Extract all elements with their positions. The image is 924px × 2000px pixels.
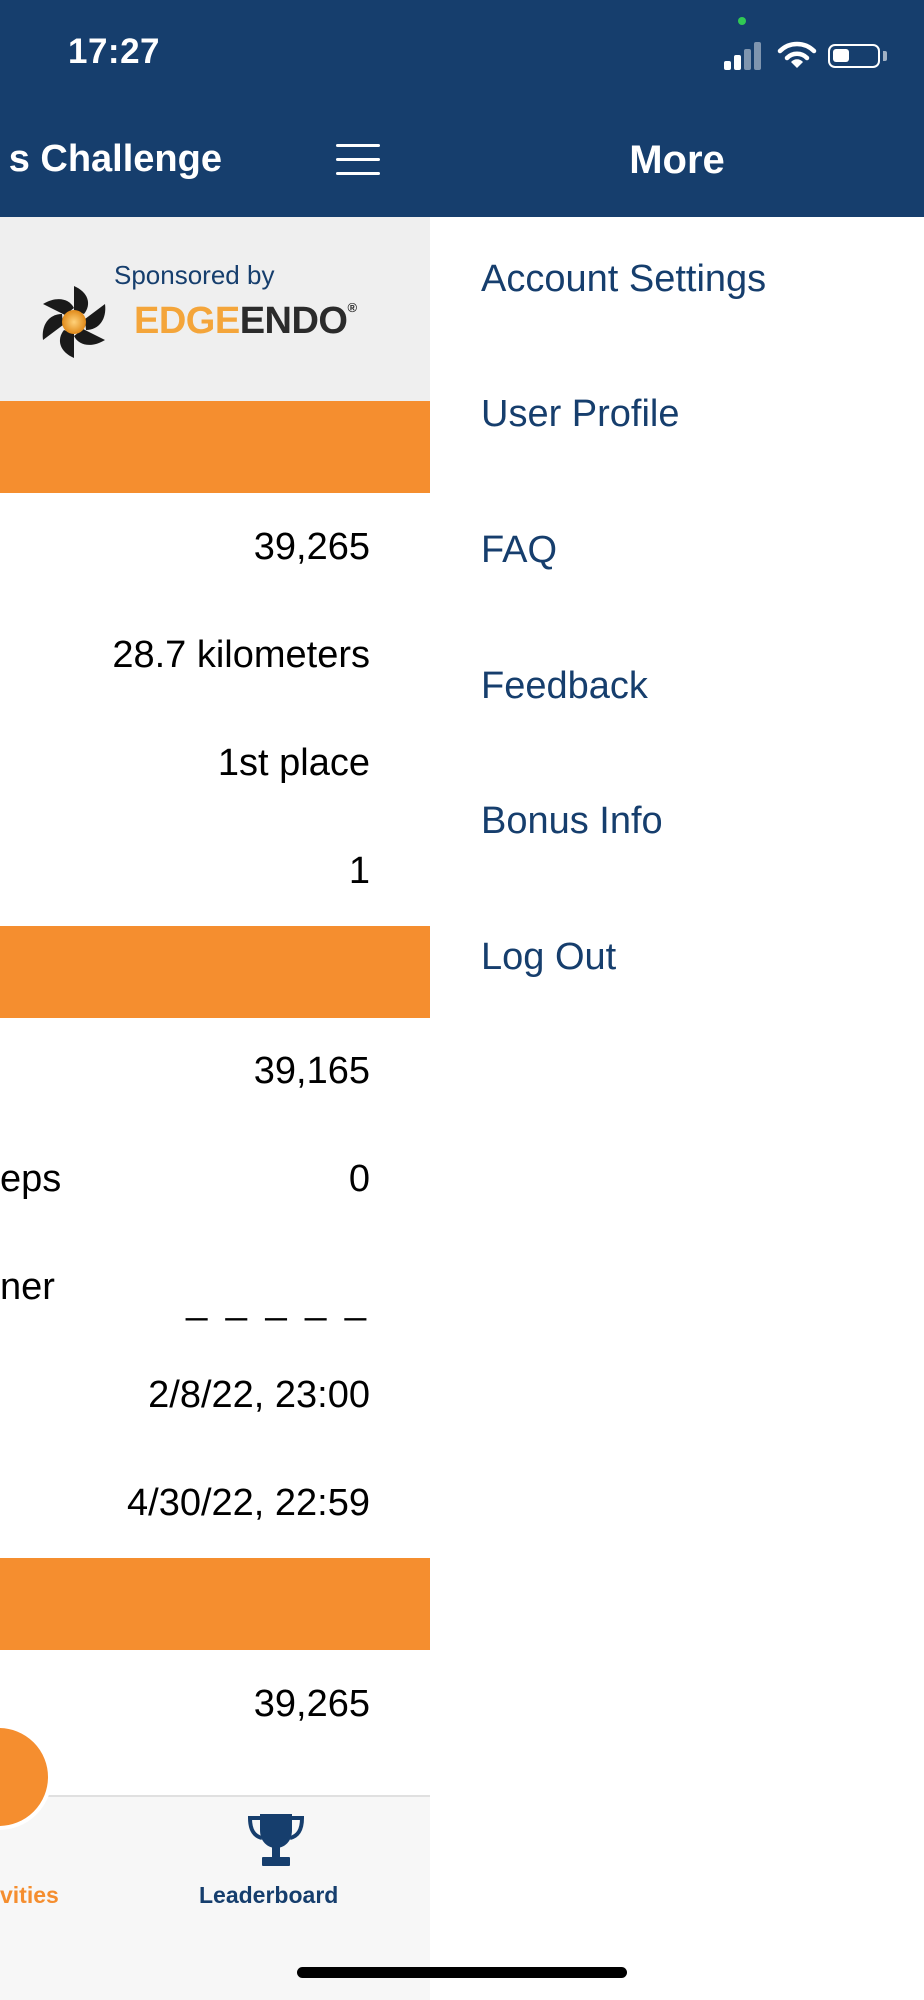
edgeendo-logo [42,286,106,358]
battery-nub [883,51,887,61]
row-value-8: 2/8/22, 23:00 [148,1374,370,1416]
battery-icon [828,44,880,68]
home-indicator[interactable] [297,1967,627,1978]
section-header-2 [0,926,430,1018]
tab-activities[interactable]: vities [0,1882,59,1909]
row-value-1: 39,265 [253,526,370,568]
main-header [0,0,430,217]
menu-item-account-settings[interactable]: Account Settings [481,258,766,301]
camera-indicator-icon [738,17,746,25]
row-value-2: 28.7 kilometers [112,634,370,676]
main-screen: 17:27 s Challenge Sponsored by EDGEENDO®… [0,0,430,2000]
row-value-9: 4/30/22, 22:59 [127,1482,370,1524]
tab-leaderboard[interactable]: Leaderboard [199,1882,338,1909]
row-value-4: 1 [348,850,370,892]
row-value-3: 1st place [217,742,370,784]
signal-icon [724,42,766,70]
menu-item-feedback[interactable]: Feedback [481,665,648,708]
trophy-icon[interactable] [246,1812,306,1868]
row-label-6: eps [0,1158,62,1200]
drawer-title: More [629,138,725,182]
drawer-header [430,0,924,217]
row-value-6: 0 [348,1158,370,1200]
wifi-icon [777,41,817,68]
menu-item-log-out[interactable]: Log Out [481,936,616,979]
edgeendo-wordmark: EDGEENDO® [134,300,357,342]
section-header-3 [0,1558,430,1650]
row-value-5: 39,165 [253,1050,370,1092]
row-value-7: _ _ _ _ _ [186,1280,370,1322]
status-time: 17:27 [68,32,161,71]
menu-item-bonus-info[interactable]: Bonus Info [481,800,663,843]
sponsored-by-label: Sponsored by [114,260,275,290]
challenge-title: s Challenge [8,138,222,180]
menu-item-faq[interactable]: FAQ [481,529,557,572]
hamburger-menu-icon[interactable] [336,142,380,178]
row-label-7: ner [0,1266,55,1308]
menu-item-user-profile[interactable]: User Profile [481,393,680,436]
row-value-10: 39,265 [253,1683,370,1725]
section-header-1 [0,401,430,493]
